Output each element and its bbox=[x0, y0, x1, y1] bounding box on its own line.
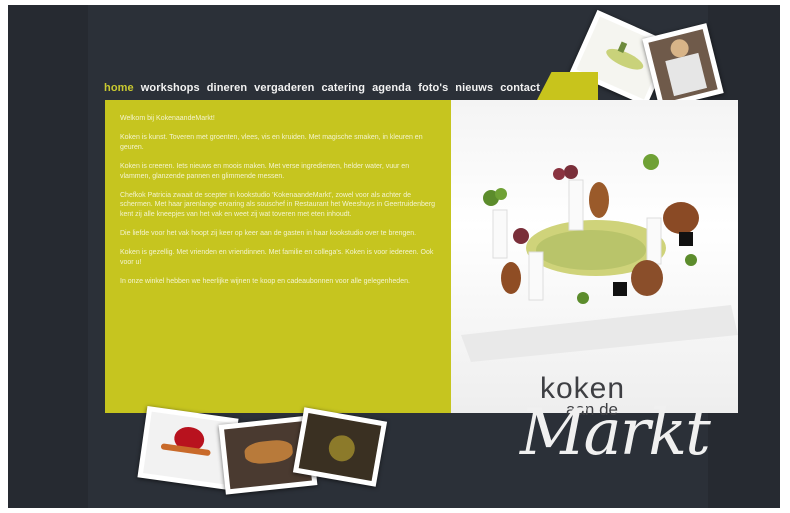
intro-paragraph: Koken is creeren. Iets nieuws en moois m… bbox=[120, 162, 410, 180]
nav-item-vergaderen[interactable]: vergaderen bbox=[254, 82, 314, 94]
photo-card-food bbox=[292, 407, 388, 487]
logo-markt: Markt bbox=[520, 396, 711, 470]
nav-item-fotos[interactable]: foto's bbox=[418, 82, 448, 94]
intro-paragraph: Koken is gezellig. Met vrienden en vrien… bbox=[120, 249, 434, 266]
nav-item-contact[interactable]: contact bbox=[500, 82, 540, 94]
nav-item-catering[interactable]: catering bbox=[321, 82, 365, 94]
intro-paragraph: Koken is kunst. Toveren met groenten, vl… bbox=[120, 134, 423, 151]
intro-paragraph: Die liefde voor het vak hoopt zij keer o… bbox=[120, 230, 417, 238]
welcome-heading: Welkom bij KokenaandeMarkt! bbox=[120, 115, 215, 122]
intro-paragraph: Chefkok Patricia zwaait de scepter in ko… bbox=[120, 191, 436, 218]
dish-illustration bbox=[461, 154, 738, 362]
intro-text-panel: Welkom bij KokenaandeMarkt! Koken is kun… bbox=[105, 100, 451, 413]
nav-item-workshops[interactable]: workshops bbox=[141, 82, 200, 94]
nav-item-nieuws[interactable]: nieuws bbox=[455, 82, 493, 94]
main-navigation: home workshops dineren vergaderen cateri… bbox=[104, 80, 540, 96]
intro-paragraph: In onze winkel hebben we heerlijke wijne… bbox=[120, 278, 410, 286]
nav-item-agenda[interactable]: agenda bbox=[372, 82, 411, 94]
nav-item-dineren[interactable]: dineren bbox=[207, 82, 247, 94]
nav-item-home[interactable]: home bbox=[104, 82, 134, 94]
hero-dish-image bbox=[451, 100, 738, 413]
